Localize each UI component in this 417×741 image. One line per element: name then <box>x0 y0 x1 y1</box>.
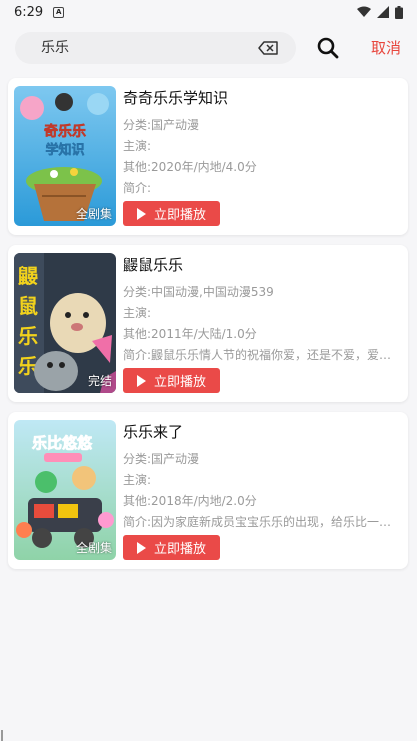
status-icons <box>357 5 403 19</box>
result-intro: 简介:因为家庭新成员宝宝乐乐的出现，给乐比一家… <box>123 515 403 529</box>
result-card[interactable]: 鼹 鼠 乐 乐 完结 鼹鼠乐乐 分类:中国动漫,中国动漫539 主演: 其他:2… <box>8 245 408 402</box>
battery-icon <box>395 5 403 19</box>
result-category: 分类:国产动漫 <box>123 118 200 132</box>
result-list: 奇乐乐 学知识 全剧集 奇奇乐乐学知识 分类:国产动漫 主演: 其他:2020年… <box>8 78 408 579</box>
result-intro: 简介: <box>123 181 152 195</box>
edge-indicator <box>1 730 3 741</box>
signal-icon <box>377 6 389 18</box>
result-other: 其他:2020年/内地/4.0分 <box>123 160 257 174</box>
result-category: 分类:国产动漫 <box>123 452 200 466</box>
result-intro: 简介:鼹鼠乐乐情人节的祝福你爱，还是不爱，爱都… <box>123 348 403 362</box>
poster-image[interactable]: 奇乐乐 学知识 全剧集 <box>14 86 116 226</box>
result-title[interactable]: 奇奇乐乐学知识 <box>123 87 403 109</box>
svg-text:奇乐乐: 奇乐乐 <box>44 123 86 140</box>
status-badge: 完结 <box>87 374 112 388</box>
result-info: 鼹鼠乐乐 分类:中国动漫,中国动漫539 主演: 其他:2011年/大陆/1.0… <box>123 254 403 366</box>
search-header: 乐乐 取消 <box>0 30 417 66</box>
play-now-button[interactable]: 立即播放 <box>123 535 220 560</box>
svg-text:学知识: 学知识 <box>45 142 84 158</box>
result-cast: 主演: <box>123 139 152 153</box>
result-card[interactable]: 奇乐乐 学知识 全剧集 奇奇乐乐学知识 分类:国产动漫 主演: 其他:2020年… <box>8 78 408 235</box>
svg-text:鼠: 鼠 <box>18 294 38 318</box>
poster-image[interactable]: 鼹 鼠 乐 乐 完结 <box>14 253 116 393</box>
play-button-label: 立即播放 <box>153 375 206 390</box>
result-cast: 主演: <box>123 306 152 320</box>
backspace-clear-icon[interactable] <box>258 41 278 55</box>
svg-text:鼹: 鼹 <box>18 264 38 288</box>
status-badge: 全剧集 <box>75 541 112 555</box>
result-title[interactable]: 鼹鼠乐乐 <box>123 254 403 276</box>
result-card[interactable]: 乐比悠悠 全剧集 乐乐来了 分类:国产动漫 主演: 其他:2018年/内地/2.… <box>8 412 408 569</box>
cancel-button[interactable]: 取消 <box>371 37 401 59</box>
play-icon <box>136 207 146 220</box>
result-title[interactable]: 乐乐来了 <box>123 421 403 443</box>
play-button-label: 立即播放 <box>153 542 206 557</box>
status-bar: 6:29 A <box>0 0 417 24</box>
result-category: 分类:中国动漫,中国动漫539 <box>123 285 274 299</box>
status-badge: 全剧集 <box>75 207 112 221</box>
play-icon <box>136 374 146 387</box>
play-button-label: 立即播放 <box>153 208 206 223</box>
svg-text:乐比悠悠: 乐比悠悠 <box>32 434 93 452</box>
wifi-icon <box>357 6 371 17</box>
search-box[interactable]: 乐乐 <box>15 32 296 64</box>
search-icon[interactable] <box>316 36 340 60</box>
play-now-button[interactable]: 立即播放 <box>123 368 220 393</box>
result-other: 其他:2011年/大陆/1.0分 <box>123 327 257 341</box>
status-time: 6:29 <box>14 4 44 20</box>
search-input[interactable]: 乐乐 <box>41 32 69 64</box>
play-now-button[interactable]: 立即播放 <box>123 201 220 226</box>
svg-text:乐: 乐 <box>18 324 38 348</box>
poster-image[interactable]: 乐比悠悠 全剧集 <box>14 420 116 560</box>
result-other: 其他:2018年/内地/2.0分 <box>123 494 257 508</box>
result-info: 奇奇乐乐学知识 分类:国产动漫 主演: 其他:2020年/内地/4.0分 简介: <box>123 87 403 199</box>
result-info: 乐乐来了 分类:国产动漫 主演: 其他:2018年/内地/2.0分 简介:因为家… <box>123 421 403 533</box>
play-icon <box>136 541 146 554</box>
notification-icon: A <box>53 6 65 18</box>
result-cast: 主演: <box>123 473 152 487</box>
